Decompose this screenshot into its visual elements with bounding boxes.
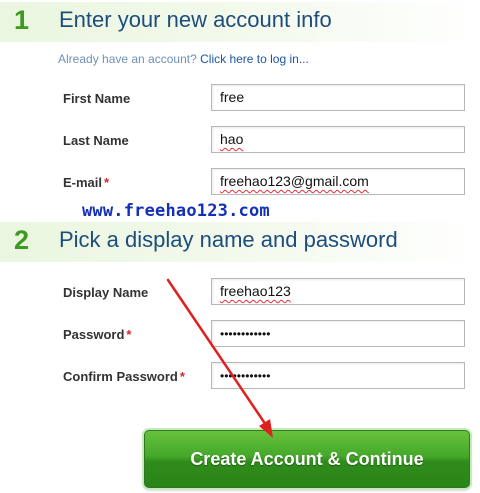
step-2-title: Pick a display name and password (59, 227, 398, 252)
first-name-input[interactable]: free (211, 84, 465, 111)
first-name-label: First Name (63, 91, 131, 106)
confirm-password-label-text: Confirm Password (63, 369, 178, 384)
email-value: freehao123@gmail.com (220, 173, 369, 189)
confirm-password-required-marker: * (179, 369, 185, 384)
password-label: Password * (63, 327, 131, 342)
confirm-password-value: •••••••••••• (220, 369, 271, 383)
create-account-button[interactable]: Create Account & Continue (144, 430, 470, 488)
password-value: •••••••••••• (220, 327, 271, 341)
step-1-header: 1 Enter your new account info (0, 2, 480, 42)
last-name-label: Last Name (63, 133, 129, 148)
confirm-password-label: Confirm Password * (63, 369, 185, 384)
display-name-label: Display Name (63, 285, 149, 300)
login-link[interactable]: Click here to log in... (200, 52, 309, 66)
step-1-title: Enter your new account info (59, 7, 332, 32)
password-label-text: Password (63, 327, 125, 342)
step-2-header: 2 Pick a display name and password (0, 222, 480, 262)
step-2-number: 2 (14, 225, 30, 255)
step-1-number: 1 (14, 5, 30, 35)
email-required-marker: * (104, 175, 110, 190)
last-name-input[interactable]: hao (211, 126, 465, 153)
password-required-marker: * (126, 327, 132, 342)
login-prompt: Already have an account? Click here to l… (58, 52, 309, 66)
email-input[interactable]: freehao123@gmail.com (211, 168, 465, 195)
display-name-input[interactable]: freehao123 (211, 278, 465, 305)
display-name-value: freehao123 (220, 283, 291, 299)
first-name-value: free (220, 89, 245, 105)
email-label: E-mail * (63, 175, 109, 190)
last-name-value: hao (220, 131, 244, 147)
watermark-text: www.freehao123.com (82, 201, 270, 221)
login-prompt-text: Already have an account? (58, 52, 197, 66)
confirm-password-input[interactable]: •••••••••••• (211, 362, 465, 389)
email-label-text: E-mail (63, 175, 103, 190)
password-input[interactable]: •••••••••••• (211, 320, 465, 347)
